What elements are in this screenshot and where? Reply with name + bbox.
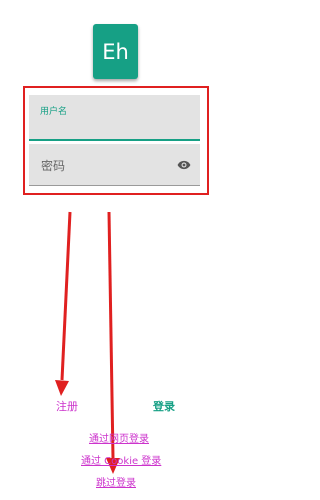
password-placeholder: 密码 — [41, 159, 66, 173]
logo-text: Eh — [102, 39, 129, 64]
login-button[interactable]: 登录 — [153, 398, 175, 414]
web-login-link[interactable]: 通过网页登录 — [89, 430, 149, 445]
cookie-login-link[interactable]: 通过 Cookie 登录 — [81, 452, 161, 467]
eye-icon[interactable] — [177, 158, 191, 172]
username-label: 用户名 — [40, 107, 68, 117]
register-link[interactable]: 注册 — [56, 398, 78, 414]
username-field[interactable]: 用户名 — [29, 95, 200, 141]
skip-login-link[interactable]: 跳过登录 — [96, 474, 136, 489]
password-field[interactable]: 密码 — [29, 144, 200, 186]
app-logo: Eh — [93, 24, 138, 79]
arrow-to-register — [55, 211, 72, 396]
